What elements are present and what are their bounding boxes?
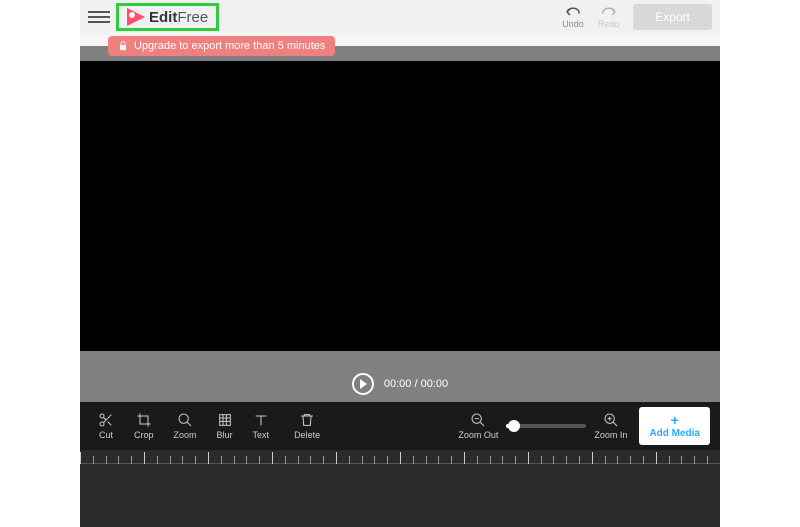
- blur-icon: [217, 412, 233, 428]
- zoom-label: Zoom: [174, 430, 197, 440]
- play-logo-icon: [127, 8, 145, 26]
- magnifier-icon: [177, 412, 193, 428]
- zoom-out-label: Zoom Out: [458, 430, 498, 440]
- undo-icon: [564, 5, 582, 19]
- zoom-in-label: Zoom In: [594, 430, 627, 440]
- lock-icon: [118, 41, 128, 51]
- crop-button[interactable]: Crop: [126, 412, 162, 440]
- undo-redo-group: Undo Redo: [562, 5, 619, 29]
- cut-label: Cut: [99, 430, 113, 440]
- zoom-control: Zoom Out Zoom In: [458, 412, 627, 440]
- delete-label: Delete: [294, 430, 320, 440]
- add-media-label: Add Media: [649, 428, 700, 439]
- crop-icon: [136, 412, 152, 428]
- upgrade-text: Upgrade to export more than 5 minutes: [134, 40, 325, 52]
- menu-icon[interactable]: [88, 6, 110, 28]
- zoom-in-button[interactable]: Zoom In: [594, 412, 627, 440]
- top-bar: EditFree Undo Redo Export: [80, 0, 720, 34]
- zoom-slider-thumb[interactable]: [508, 420, 520, 432]
- text-button[interactable]: Text: [245, 412, 278, 440]
- zoom-out-icon: [470, 412, 486, 428]
- redo-icon: [600, 5, 618, 19]
- upgrade-banner[interactable]: Upgrade to export more than 5 minutes: [108, 36, 335, 56]
- blur-button[interactable]: Blur: [209, 412, 241, 440]
- zoom-slider[interactable]: [506, 424, 586, 428]
- zoom-button[interactable]: Zoom: [166, 412, 205, 440]
- logo-highlight: EditFree: [116, 3, 219, 31]
- cut-button[interactable]: Cut: [90, 412, 122, 440]
- zoom-in-icon: [603, 412, 619, 428]
- zoom-out-button[interactable]: Zoom Out: [458, 412, 498, 440]
- export-button[interactable]: Export: [633, 4, 712, 30]
- crop-label: Crop: [134, 430, 154, 440]
- edit-toolbar: Cut Crop Zoom Blur Text Delete Zoom Out: [80, 402, 720, 450]
- time-display: 00:00 / 00:00: [384, 378, 448, 390]
- timeline-panel[interactable]: [80, 450, 720, 527]
- text-label: Text: [253, 430, 270, 440]
- redo-button[interactable]: Redo: [598, 5, 620, 29]
- plus-icon: +: [671, 413, 679, 427]
- undo-label: Undo: [562, 19, 584, 29]
- video-canvas[interactable]: [80, 61, 720, 351]
- logo-bold: Edit: [149, 9, 177, 26]
- preview-area: [80, 46, 720, 366]
- scissors-icon: [98, 412, 114, 428]
- app-root: EditFree Undo Redo Export Upgrade to exp…: [80, 0, 720, 527]
- blur-label: Blur: [217, 430, 233, 440]
- app-title: EditFree: [149, 9, 208, 26]
- logo-light: Free: [177, 9, 208, 26]
- delete-button[interactable]: Delete: [286, 412, 328, 440]
- playback-bar: 00:00 / 00:00: [80, 366, 720, 402]
- play-button[interactable]: [352, 373, 374, 395]
- text-icon: [253, 412, 269, 428]
- trash-icon: [299, 412, 315, 428]
- add-media-button[interactable]: + Add Media: [639, 407, 710, 445]
- timeline-ruler[interactable]: [80, 450, 720, 464]
- undo-button[interactable]: Undo: [562, 5, 584, 29]
- redo-label: Redo: [598, 19, 620, 29]
